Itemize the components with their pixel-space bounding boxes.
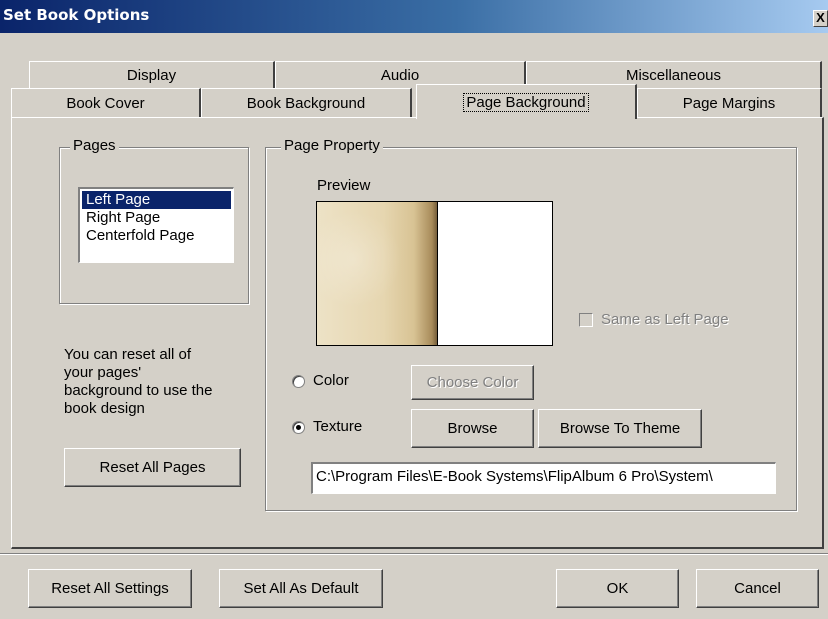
texture-radio[interactable] — [292, 421, 305, 434]
ok-button[interactable]: OK — [556, 569, 679, 608]
tab-page-margins[interactable]: Page Margins — [637, 88, 822, 117]
reset-all-pages-button[interactable]: Reset All Pages — [64, 448, 241, 487]
browse-button[interactable]: Browse — [411, 409, 534, 448]
texture-path-field[interactable]: C:\Program Files\E-Book Systems\FlipAlbu… — [311, 462, 776, 494]
tab-label: Display — [126, 67, 177, 84]
preview-divider — [437, 202, 438, 345]
tab-label: Page Margins — [682, 94, 776, 112]
tab-book-cover[interactable]: Book Cover — [11, 88, 201, 117]
list-item-centerfold-page[interactable]: Centerfold Page — [82, 227, 231, 245]
reset-info-text: You can reset all of your pages' backgro… — [64, 346, 254, 418]
tab-display[interactable]: Display — [29, 61, 275, 89]
reset-info-line: your pages' — [64, 364, 142, 381]
set-all-default-button[interactable]: Set All As Default — [219, 569, 383, 608]
color-radio-label: Color — [313, 372, 349, 389]
preview-left-page — [317, 202, 438, 345]
close-button[interactable]: X — [813, 10, 828, 27]
tab-label: Book Cover — [66, 94, 145, 112]
same-as-left-checkbox[interactable] — [579, 313, 593, 327]
preview-label: Preview — [317, 177, 371, 194]
pages-group-legend: Pages — [70, 137, 119, 154]
reset-info-line: You can reset all of — [64, 346, 192, 363]
tab-label: Page Background — [463, 92, 589, 112]
page-preview — [316, 201, 553, 346]
tab-label: Book Background — [246, 94, 366, 112]
list-item-right-page[interactable]: Right Page — [82, 209, 231, 227]
browse-to-theme-button[interactable]: Browse To Theme — [538, 409, 702, 448]
list-item-left-page[interactable]: Left Page — [82, 191, 231, 209]
reset-all-settings-button[interactable]: Reset All Settings — [28, 569, 192, 608]
texture-radio-label: Texture — [313, 418, 363, 435]
reset-info-line: background to use the — [64, 382, 213, 399]
tab-label: Miscellaneous — [625, 67, 722, 84]
tab-book-background[interactable]: Book Background — [201, 88, 412, 117]
radio-selected-dot — [296, 425, 301, 430]
tab-page-background[interactable]: Page Background — [416, 84, 637, 119]
same-as-left-label: Same as Left Page — [601, 311, 729, 328]
window-title: Set Book Options — [3, 6, 150, 24]
choose-color-button[interactable]: Choose Color — [411, 365, 534, 400]
cancel-button[interactable]: Cancel — [696, 569, 819, 608]
tab-label: Audio — [380, 67, 420, 84]
page-property-legend: Page Property — [281, 137, 383, 154]
pages-listbox[interactable]: Left Page Right Page Centerfold Page — [78, 187, 234, 263]
close-icon: X — [816, 10, 825, 25]
bottom-separator — [0, 553, 828, 555]
reset-info-line: book design — [64, 400, 145, 417]
color-radio[interactable] — [292, 375, 305, 388]
